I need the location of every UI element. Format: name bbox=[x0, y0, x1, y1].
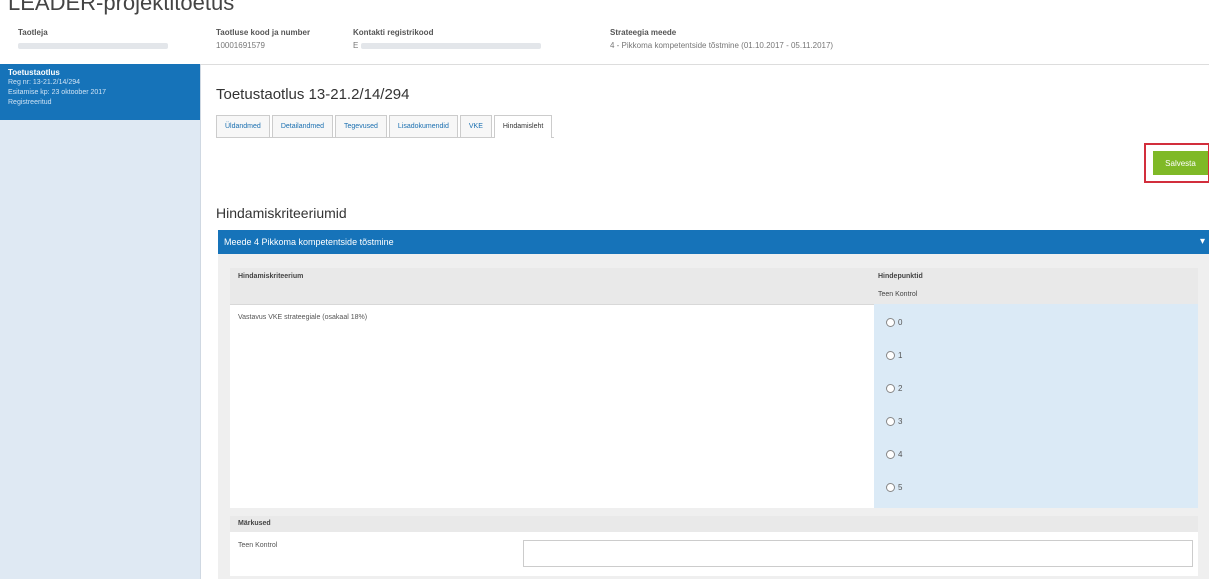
radio-icon[interactable] bbox=[886, 317, 895, 327]
radio-icon[interactable] bbox=[886, 482, 895, 492]
score-option-3[interactable]: 3 bbox=[886, 414, 902, 428]
sidebar-item-date: Esitamise kp: 23 oktoober 2017 bbox=[8, 89, 107, 96]
score-option-2[interactable]: 2 bbox=[886, 381, 902, 395]
tab-vke[interactable]: VKE bbox=[459, 115, 492, 137]
tab-detailandmed[interactable]: Detailandmed bbox=[271, 115, 334, 137]
info-contact: Kontakti registrikood E bbox=[353, 28, 541, 50]
score-option-label: 3 bbox=[898, 416, 903, 426]
info-registry: Taotluse kood ja number 10001691579 bbox=[216, 28, 310, 50]
sidebar-item-status: Registreeritud bbox=[8, 99, 52, 106]
info-registry-value: 10001691579 bbox=[216, 41, 265, 50]
info-contact-code: E bbox=[353, 41, 359, 50]
save-button[interactable]: Salvesta bbox=[1153, 151, 1208, 175]
radio-icon[interactable] bbox=[886, 350, 895, 360]
col-scores: Hindepunktid bbox=[878, 273, 923, 280]
criteria-table-header: Hindamiskriteerium Hindepunktid Teen Kon… bbox=[230, 268, 1198, 305]
tab-tegevused[interactable]: Tegevused bbox=[335, 115, 387, 137]
score-options: 0 1 2 3 4 5 bbox=[874, 304, 1198, 508]
info-strategy: Strateegia meede 4 - Pikkoma kompetentsi… bbox=[610, 28, 833, 50]
measure-accordion[interactable]: Meede 4 Pikkoma kompetentside tõstmine ▾ bbox=[218, 230, 1209, 254]
sidebar: Toetustaotlus Reg nr: 13-21.2/14/294 Esi… bbox=[0, 64, 201, 579]
tab-uldandmed[interactable]: Üldandmed bbox=[216, 115, 270, 137]
sidebar-item-title: Toetustaotlus bbox=[8, 68, 60, 77]
tab-hindamisleht[interactable]: Hindamisleht bbox=[493, 115, 553, 138]
criterion-text: Vastavus VKE strateegiale (osakaal 18%) bbox=[238, 314, 368, 321]
score-option-0[interactable]: 0 bbox=[886, 315, 902, 329]
radio-icon[interactable] bbox=[886, 383, 895, 393]
redacted-contact bbox=[360, 42, 541, 49]
score-option-label: 4 bbox=[898, 449, 903, 459]
score-option-label: 5 bbox=[898, 482, 903, 492]
info-registry-label: Taotluse kood ja number bbox=[216, 28, 311, 37]
sidebar-item-reg: Reg nr: 13-21.2/14/294 bbox=[8, 79, 80, 86]
sidebar-item-toetustaotlus[interactable]: Toetustaotlus Reg nr: 13-21.2/14/294 Esi… bbox=[0, 64, 200, 120]
info-applicant-value bbox=[18, 41, 168, 50]
page-title: Toetustaotlus 13-21.2/14/294 bbox=[216, 86, 410, 103]
info-applicant: Taotleja bbox=[18, 28, 168, 50]
score-option-label: 2 bbox=[898, 383, 903, 393]
redacted-applicant bbox=[18, 42, 168, 49]
comments-label: Teen Kontrol bbox=[238, 542, 278, 549]
radio-icon[interactable] bbox=[886, 416, 895, 426]
criteria-table: Hindamiskriteerium Hindepunktid Teen Kon… bbox=[230, 268, 1198, 508]
score-option-5[interactable]: 5 bbox=[886, 480, 902, 494]
info-applicant-label: Taotleja bbox=[18, 28, 48, 37]
main-content: Toetustaotlus 13-21.2/14/294 Üldandmed D… bbox=[200, 64, 1209, 579]
info-contact-label: Kontakti registrikood bbox=[353, 28, 434, 37]
comment-input[interactable] bbox=[523, 540, 1193, 567]
section-heading: Hindamiskriteeriumid bbox=[216, 205, 347, 221]
tab-bar: Üldandmed Detailandmed Tegevused Lisadok… bbox=[216, 115, 555, 138]
score-option-label: 0 bbox=[898, 317, 903, 327]
comments-header: Märkused bbox=[230, 516, 1198, 532]
col-criterion: Hindamiskriteerium bbox=[238, 273, 304, 280]
tab-lisadokumendid[interactable]: Lisadokumendid bbox=[388, 115, 458, 137]
score-option-4[interactable]: 4 bbox=[886, 447, 902, 461]
info-strategy-label: Strateegia meede bbox=[610, 28, 677, 37]
app-title: LEADER-projektitoetus bbox=[8, 0, 235, 15]
comments-section: Märkused Teen Kontrol bbox=[230, 516, 1198, 576]
accordion-label: Meede 4 Pikkoma kompetentside tõstmine bbox=[224, 237, 394, 247]
col-evaluator: Teen Kontrol bbox=[878, 291, 918, 298]
criteria-panel: Hindamiskriteerium Hindepunktid Teen Kon… bbox=[218, 254, 1209, 579]
score-option-label: 1 bbox=[898, 350, 903, 360]
score-option-1[interactable]: 1 bbox=[886, 348, 902, 362]
application-info-bar: Taotleja Taotluse kood ja number 1000169… bbox=[0, 24, 1209, 65]
radio-icon[interactable] bbox=[886, 449, 895, 459]
chevron-down-icon[interactable]: ▾ bbox=[1200, 230, 1205, 254]
info-strategy-value: 4 - Pikkoma kompetentside tõstmine (01.1… bbox=[610, 41, 834, 50]
info-contact-value: E bbox=[353, 41, 541, 50]
